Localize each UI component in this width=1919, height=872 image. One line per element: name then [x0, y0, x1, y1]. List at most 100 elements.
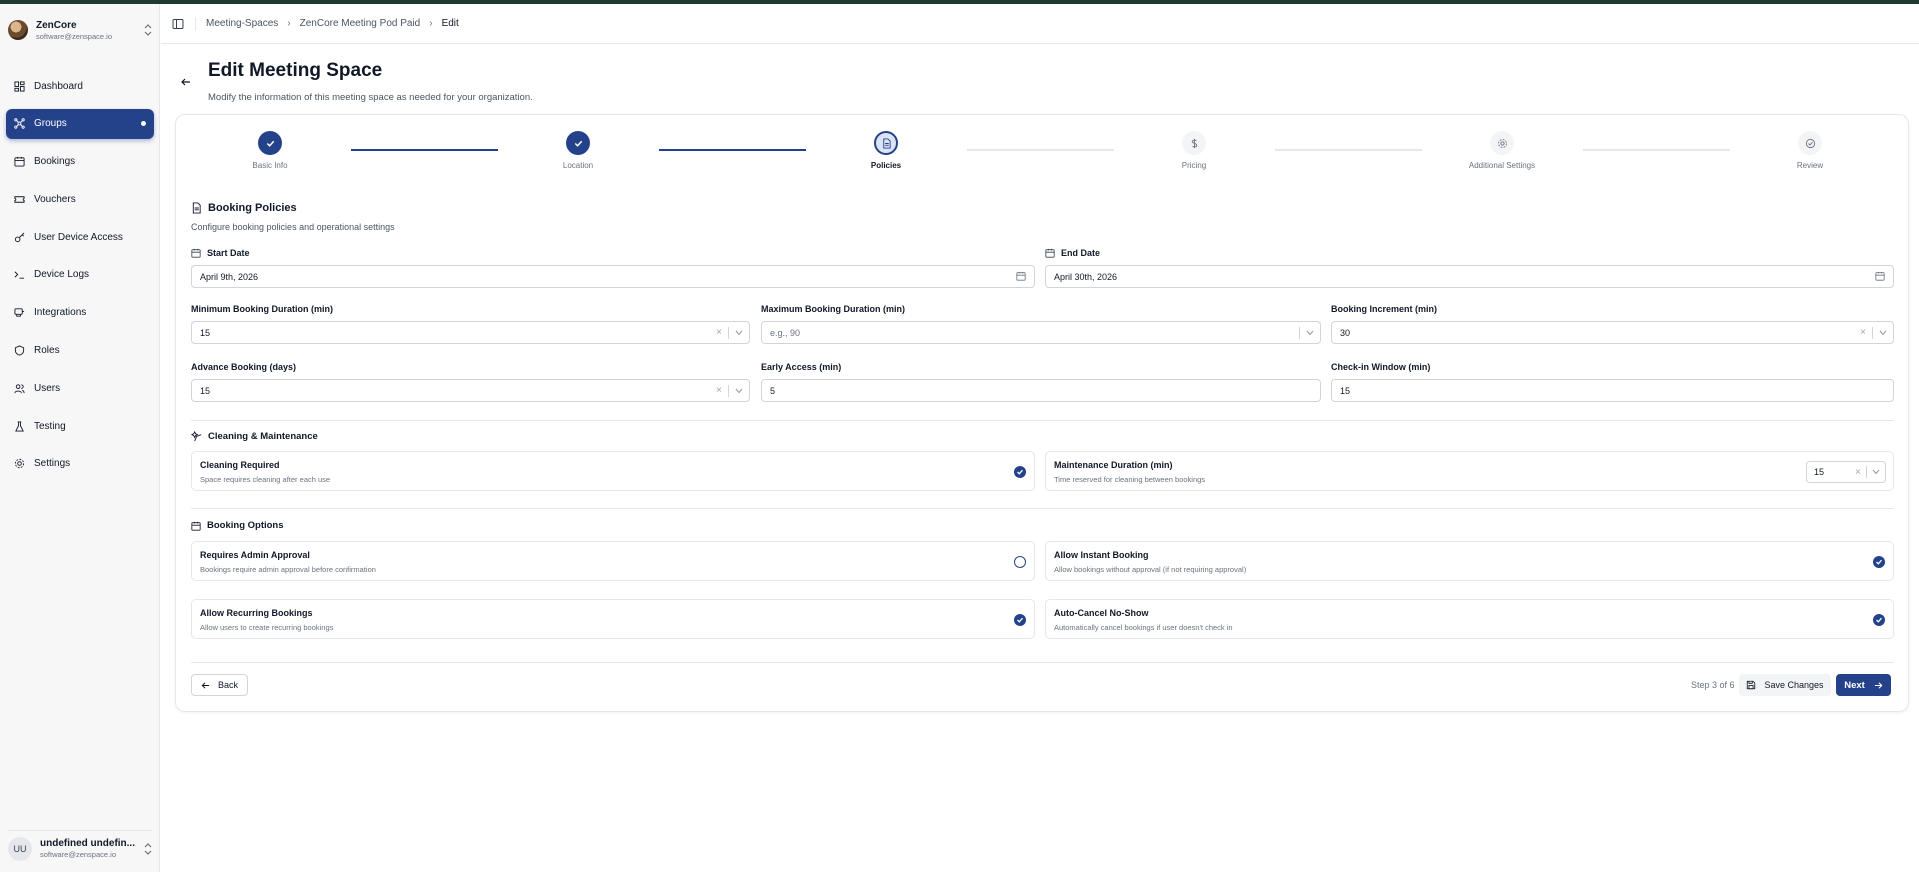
step-location[interactable]: Location: [518, 131, 638, 170]
users-icon: [13, 382, 25, 394]
step-review[interactable]: Review: [1750, 131, 1870, 170]
min-duration-select[interactable]: 15 ×: [191, 321, 750, 344]
sidebar-item-device-logs[interactable]: Device Logs: [6, 260, 154, 290]
step-additional-settings[interactable]: Additional Settings: [1442, 131, 1562, 170]
option-title: Allow Recurring Bookings: [200, 608, 313, 618]
sidebar-item-users[interactable]: Users: [6, 373, 154, 403]
breadcrumb-current: Edit: [441, 18, 459, 29]
section-cleaning: Cleaning & Maintenance: [191, 431, 318, 442]
recurring-bookings-option[interactable]: Allow Recurring Bookings Allow users to …: [191, 599, 1035, 639]
arrow-left-icon: [201, 681, 210, 690]
chevron-down-icon[interactable]: [1873, 330, 1893, 336]
checkbox-checked-icon[interactable]: [1014, 614, 1026, 626]
calendar-icon: [1016, 271, 1026, 281]
sidebar-item-settings[interactable]: Settings: [6, 449, 154, 479]
sidebar-item-integrations[interactable]: Integrations: [6, 298, 154, 328]
chevron-down-icon[interactable]: [1867, 469, 1885, 475]
sidebar-item-label: Integrations: [34, 307, 87, 319]
groups-icon: [13, 118, 25, 130]
chevron-right-icon: ›: [287, 18, 291, 29]
start-date-picker[interactable]: April 9th, 2026: [191, 265, 1035, 288]
breadcrumb-meeting-spaces[interactable]: Meeting-Spaces: [206, 18, 278, 29]
admin-approval-option[interactable]: Requires Admin Approval Bookings require…: [191, 541, 1035, 581]
section-subtitle: Configure booking policies and operation…: [191, 222, 395, 232]
terminal-icon: [13, 269, 25, 281]
cleaning-required-option[interactable]: Cleaning Required Space requires cleanin…: [191, 451, 1035, 491]
ticket-icon: [13, 193, 25, 205]
clear-icon[interactable]: ×: [1854, 327, 1872, 338]
checkin-window-input[interactable]: 15: [1331, 379, 1894, 402]
chevron-down-icon[interactable]: [1300, 330, 1320, 336]
back-button[interactable]: Back: [191, 674, 248, 696]
document-icon: [874, 131, 898, 155]
step-label: Additional Settings: [1468, 161, 1536, 170]
maintenance-duration-value: 15: [1814, 467, 1825, 477]
calendar-icon: [191, 521, 201, 531]
next-button[interactable]: Next: [1836, 674, 1891, 696]
end-date-picker[interactable]: April 30th, 2026: [1045, 265, 1894, 288]
max-duration-select[interactable]: e.g., 90: [761, 321, 1321, 344]
step-pricing[interactable]: Pricing: [1134, 131, 1254, 170]
chevrons-up-down-icon: [144, 24, 152, 36]
breadcrumb-space-name[interactable]: ZenCore Meeting Pod Paid: [300, 18, 421, 29]
sidebar-toggle-icon[interactable]: [171, 17, 185, 31]
sidebar-item-vouchers[interactable]: Vouchers: [6, 184, 154, 214]
min-duration-value: 15: [200, 327, 211, 338]
option-description: Bookings require admin approval before c…: [200, 565, 376, 574]
save-button-label: Save Changes: [1764, 680, 1824, 690]
sidebar-item-label: Roles: [34, 345, 60, 357]
sidebar-item-dashboard[interactable]: Dashboard: [6, 71, 154, 101]
option-description: Allow users to create recurring bookings: [200, 623, 334, 632]
calendar-icon: [191, 248, 201, 258]
key-icon: [13, 231, 25, 243]
step-label: Basic Info: [252, 161, 288, 170]
sidebar-item-roles[interactable]: Roles: [6, 336, 154, 366]
sidebar-item-user-device-access[interactable]: User Device Access: [6, 222, 154, 252]
org-switcher[interactable]: ZenCore software@zenspace.io: [8, 16, 152, 44]
step-policies[interactable]: Policies: [826, 131, 946, 170]
clear-icon[interactable]: ×: [710, 385, 728, 396]
back-arrow-icon[interactable]: [180, 76, 192, 88]
user-name: undefined undefin...: [40, 838, 135, 849]
sidebar-item-label: Users: [34, 382, 61, 394]
end-date-value: April 30th, 2026: [1054, 271, 1118, 282]
chevron-down-icon[interactable]: [729, 388, 749, 394]
maintenance-duration-option: Maintenance Duration (min) Time reserved…: [1045, 451, 1894, 491]
sidebar-item-label: Groups: [34, 118, 67, 130]
maintenance-duration-select[interactable]: 15 ×: [1806, 461, 1886, 483]
advance-booking-select[interactable]: 15 ×: [191, 379, 750, 402]
checkbox-unchecked-icon[interactable]: [1014, 556, 1026, 568]
instant-booking-option[interactable]: Allow Instant Booking Allow bookings wit…: [1045, 541, 1894, 581]
next-button-label: Next: [1844, 679, 1865, 691]
start-date-label-text: Start Date: [207, 248, 250, 258]
sidebar-item-bookings[interactable]: Bookings: [6, 147, 154, 177]
start-date-value: April 9th, 2026: [200, 271, 259, 282]
increment-select[interactable]: 30 ×: [1331, 321, 1894, 344]
checkbox-checked-icon[interactable]: [1873, 556, 1885, 568]
step-connector: [967, 149, 1114, 151]
calendar-icon: [1875, 271, 1885, 281]
sidebar-item-label: Settings: [34, 458, 71, 470]
checkbox-checked-icon[interactable]: [1014, 466, 1026, 478]
section-title-text: Booking Policies: [208, 202, 297, 214]
early-access-input[interactable]: 5: [761, 379, 1321, 402]
sidebar-item-testing[interactable]: Testing: [6, 411, 154, 441]
gear-icon: [13, 458, 25, 470]
section-divider: [191, 420, 1894, 421]
sidebar-item-label: Vouchers: [34, 193, 76, 205]
save-changes-button[interactable]: Save Changes: [1739, 674, 1831, 696]
step-connector: [351, 149, 498, 151]
checkbox-checked-icon[interactable]: [1873, 614, 1885, 626]
user-menu[interactable]: UU undefined undefin... software@zenspac…: [8, 830, 152, 861]
chevron-down-icon[interactable]: [729, 330, 749, 336]
section-title-text: Booking Options: [207, 520, 284, 531]
clear-icon[interactable]: ×: [710, 327, 728, 338]
sidebar: ZenCore software@zenspace.io Dashboard G…: [0, 4, 160, 872]
step-basic-info[interactable]: Basic Info: [210, 131, 330, 170]
top-header: Meeting-Spaces › ZenCore Meeting Pod Pai…: [161, 4, 1919, 44]
auto-cancel-option[interactable]: Auto-Cancel No-Show Automatically cancel…: [1045, 599, 1894, 639]
section-title-text: Cleaning & Maintenance: [208, 431, 318, 442]
clear-icon[interactable]: ×: [1850, 467, 1866, 478]
sidebar-item-groups[interactable]: Groups: [6, 108, 154, 139]
check-circle-icon: [1798, 131, 1822, 155]
